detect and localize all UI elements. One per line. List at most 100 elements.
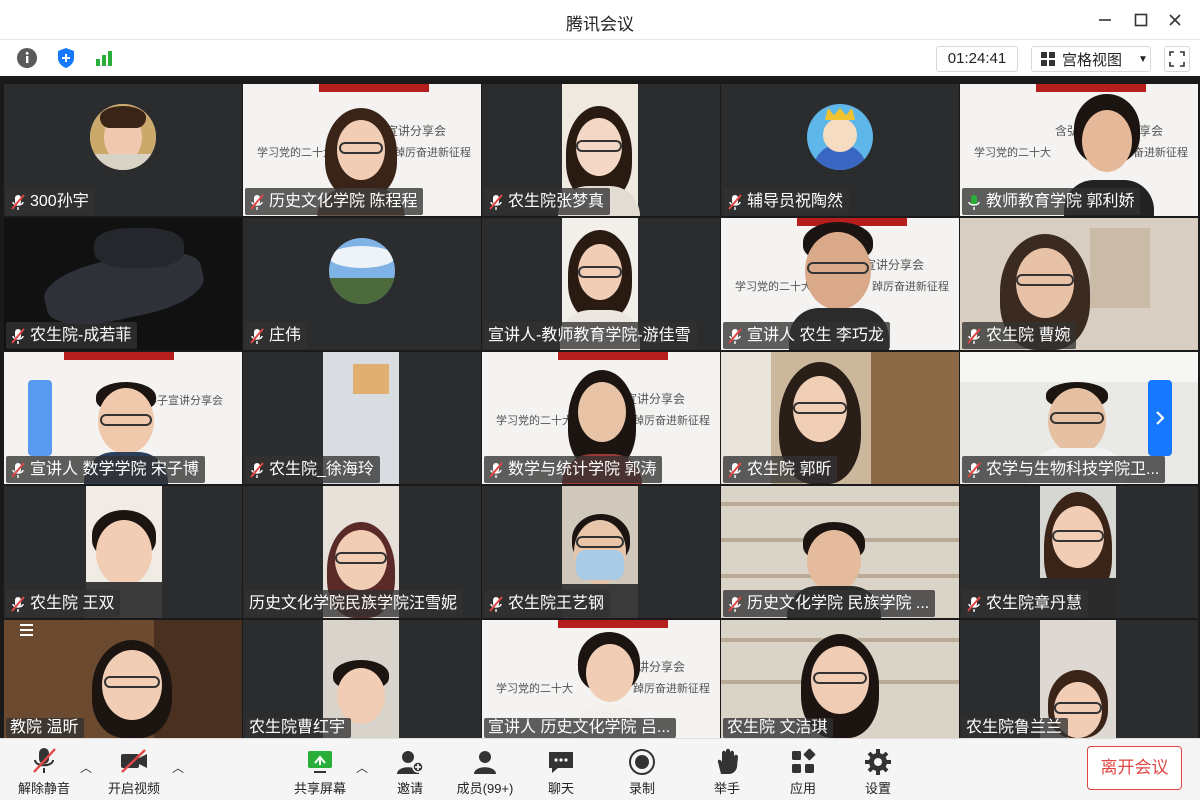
video-tile[interactable]: 历史文化学院 民族学院 ... [721, 486, 959, 618]
leave-meeting-button[interactable]: 离开会议 [1087, 746, 1182, 790]
participant-name-label: 辅导员祝陶然 [723, 188, 850, 215]
audio-options-caret[interactable]: ︿ [80, 759, 92, 776]
video-tile[interactable]: 农生院-成若菲 [4, 218, 242, 350]
participant-name-label: 农生院曹红宇 [245, 718, 352, 738]
video-tile[interactable]: 农生院 郭昕 [721, 352, 959, 484]
video-tile[interactable]: 含弘学子宣讲分享会 学习党的二十大 踔厉奋进新征程 历史文化学院 陈程程 [243, 84, 481, 216]
participant-name-label: 庄伟 [245, 322, 308, 349]
video-tile[interactable]: 辅导员祝陶然 [721, 84, 959, 216]
participant-name-label: 宣讲人 农生 李巧龙 [723, 322, 890, 349]
video-tile[interactable]: 历史文化学院民族学院汪雪妮 [243, 486, 481, 618]
video-tile[interactable]: 农学与生物科技学院卫... [960, 352, 1198, 484]
video-tile[interactable]: 宣讲人-教师教育学院-游佳雪 [482, 218, 720, 350]
mic-muted-icon [728, 193, 742, 210]
participant-name-label: 历史文化学院民族学院汪雪妮 [245, 590, 464, 617]
chat-button[interactable]: 聊天 [521, 745, 601, 797]
view-mode-dropdown[interactable]: 宫格视图 ▼ [1031, 46, 1151, 72]
video-tile[interactable]: 含弘学子宣讲分享会 学习党的二十大 踔厉奋进新征程 宣讲人 农生 李巧龙 [721, 218, 959, 350]
chevron-down-icon: ▼ [1138, 53, 1148, 65]
window-title: 腾讯会议 [566, 15, 634, 34]
meeting-timer: 01:24:41 [936, 46, 1018, 72]
chat-icon [549, 752, 573, 773]
record-button[interactable]: 录制 [602, 745, 682, 797]
close-button[interactable] [1162, 8, 1188, 32]
participant-name-label: 教院 温昕 [6, 718, 85, 738]
video-tile[interactable]: 农生院张梦真 [482, 84, 720, 216]
mic-muted-icon [489, 595, 503, 612]
participant-name-label: 农生院 郭昕 [723, 456, 838, 483]
security-shield-icon[interactable] [54, 46, 78, 70]
participant-name-label: 农生院-成若菲 [6, 322, 138, 349]
video-tile[interactable]: 农生院 王双 [4, 486, 242, 618]
info-icon[interactable] [15, 46, 39, 70]
share-screen-button[interactable]: 共享屏幕 [280, 745, 360, 797]
participant-name-label: 农生院_徐海玲 [245, 456, 380, 483]
signal-strength-icon[interactable] [92, 46, 116, 70]
video-tile[interactable]: 农生院 文洁琪 [721, 620, 959, 738]
participant-name-label: 农生院章丹慧 [962, 590, 1089, 617]
mic-muted-icon [11, 461, 25, 478]
mic-muted-icon [967, 595, 981, 612]
video-tile[interactable]: 农生院王艺钢 [482, 486, 720, 618]
share-screen-icon [308, 751, 332, 773]
video-tile[interactable]: 含弘学子宣讲分享会 宣讲人 数学学院 宋子博 [4, 352, 242, 484]
mic-muted-icon [250, 193, 264, 210]
side-panel-tab[interactable] [28, 380, 52, 456]
mic-muted-icon [967, 461, 981, 478]
participant-name-label: 宣讲人 历史文化学院 吕... [484, 718, 677, 738]
mic-muted-icon [489, 461, 503, 478]
mic-muted-icon [728, 595, 742, 612]
mic-muted-icon [11, 193, 25, 210]
share-options-caret[interactable]: ︿ [356, 759, 368, 776]
apps-button[interactable]: 应用 [763, 745, 843, 797]
mic-muted-icon [11, 595, 25, 612]
video-off-icon [121, 749, 147, 773]
video-tile[interactable]: 农生院_徐海玲 [243, 352, 481, 484]
apps-icon [792, 748, 816, 773]
video-tile[interactable]: 农生院 曹婉 [960, 218, 1198, 350]
video-tile[interactable]: 庄伟 [243, 218, 481, 350]
raise-hand-icon [717, 748, 738, 774]
participant-name-label: 农生院 曹婉 [962, 322, 1077, 349]
mic-muted-icon [728, 327, 742, 344]
view-mode-label: 宫格视图 [1062, 51, 1123, 69]
avatar [807, 104, 873, 170]
participant-name-label: 300孙宇 [6, 188, 95, 215]
video-tile[interactable]: 农生院曹红宇 [243, 620, 481, 738]
settings-button[interactable]: 设置 [838, 745, 918, 797]
gear-icon [865, 749, 891, 775]
mic-muted-icon [250, 461, 264, 478]
video-tile[interactable]: 含弘学子宣讲分享会 学习党的二十大 踔厉奋进新征程 数学与统计学院 郭涛 [482, 352, 720, 484]
avatar [329, 238, 395, 304]
video-tile[interactable]: 教院 温昕 [4, 620, 242, 738]
participant-name-label: 农生院王艺钢 [484, 590, 611, 617]
next-page-button[interactable] [1148, 380, 1172, 456]
invite-button[interactable]: 邀请 [370, 745, 450, 797]
video-tile[interactable]: 农生院章丹慧 [960, 486, 1198, 618]
fullscreen-button[interactable] [1164, 46, 1190, 72]
mic-muted-icon [11, 327, 25, 344]
participant-name-label: 农学与生物科技学院卫... [962, 456, 1166, 483]
record-icon [629, 749, 655, 775]
chevron-right-icon [1156, 411, 1165, 425]
video-options-caret[interactable]: ︿ [172, 759, 184, 776]
maximize-button[interactable] [1128, 8, 1154, 32]
members-icon [474, 751, 496, 774]
unmute-button[interactable]: 解除静音 [4, 745, 84, 797]
title-bar: 腾讯会议 [0, 0, 1200, 40]
participant-name-label: 历史文化学院 民族学院 ... [723, 590, 936, 617]
mic-active-icon [968, 194, 980, 210]
participant-name-label: 农生院鲁兰兰 [962, 718, 1069, 738]
video-tile[interactable]: 300孙宇 [4, 84, 242, 216]
menu-icon[interactable] [14, 622, 34, 638]
video-tile[interactable]: 农生院鲁兰兰 [960, 620, 1198, 738]
video-tile[interactable]: 含弘学子宣讲分享会 学习党的二十大 踔厉奋进新征程 教师教育学院 郭利娇 [960, 84, 1198, 216]
mic-muted-icon [33, 748, 56, 773]
minimize-button[interactable] [1092, 8, 1118, 32]
video-tile[interactable]: 含弘学子宣讲分享会 学习党的二十大 踔厉奋进新征程 宣讲人 历史文化学院 吕..… [482, 620, 720, 738]
control-bar: 解除静音 ︿ 开启视频 ︿ 共享屏幕 ︿ 邀请 成员(99+) 聊天 录制 举手… [0, 738, 1200, 800]
members-button[interactable]: 成员(99+) [445, 745, 525, 797]
avatar [90, 104, 156, 170]
raise-hand-button[interactable]: 举手 [687, 745, 767, 797]
start-video-button[interactable]: 开启视频 [94, 745, 174, 797]
